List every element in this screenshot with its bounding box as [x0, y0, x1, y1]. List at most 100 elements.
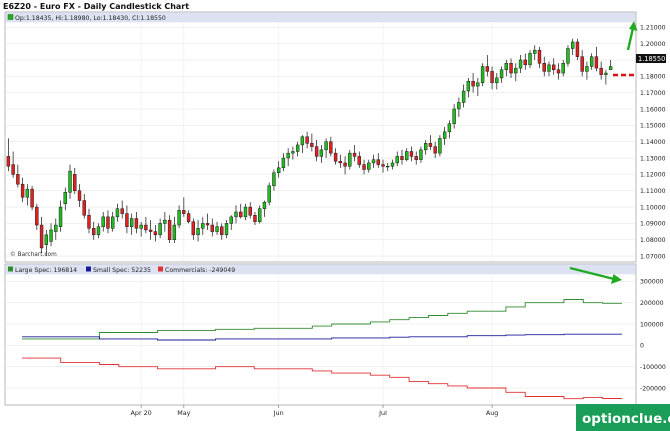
bearish-candle [594, 56, 599, 69]
bearish-candle [485, 66, 490, 72]
bullish-candle [438, 138, 442, 154]
bearish-candle [35, 206, 39, 226]
bearish-candle [186, 213, 191, 222]
commercials-legend-marker [158, 266, 163, 272]
bullish-candle [258, 208, 262, 222]
large-spec-legend: Large Spec: 196814 [15, 267, 77, 274]
price-tick-label: 1.14000 [640, 139, 666, 146]
bearish-candle [148, 229, 153, 232]
bearish-candle [552, 64, 556, 70]
bullish-candle [234, 211, 238, 218]
x-tick-label: Jun [273, 409, 284, 417]
bearish-candle [523, 59, 527, 66]
bearish-candle [314, 146, 319, 157]
cot-tick-label: 100000 [640, 321, 664, 328]
bullish-candle [442, 131, 447, 139]
bullish-candle [286, 152, 290, 159]
bullish-candle [348, 152, 352, 167]
bearish-candle [73, 174, 77, 191]
bearish-candle [310, 143, 314, 147]
price-tick-label: 1.08000 [640, 237, 666, 244]
bearish-candle [153, 231, 158, 236]
bullish-candle [570, 41, 575, 49]
x-tick-label: Apr 20 [131, 409, 152, 417]
bullish-candle [480, 66, 485, 84]
bullish-candle [547, 64, 551, 72]
bearish-candle [400, 156, 404, 160]
bullish-candle [111, 216, 115, 229]
price-tick-label: 1.09000 [640, 221, 666, 228]
bullish-candle [324, 141, 328, 151]
bearish-candle [490, 71, 494, 84]
bullish-candle [461, 90, 466, 103]
bullish-candle [499, 69, 504, 79]
bearish-candle [92, 228, 96, 236]
bullish-candle [295, 144, 300, 152]
chart-title: E6Z20 - Euro FX - Daily Candlestick Char… [3, 2, 189, 11]
cot-tick-label: -200000 [640, 385, 666, 392]
bearish-candle [580, 56, 584, 72]
bullish-candle [267, 185, 271, 203]
bullish-candle [367, 162, 371, 170]
bullish-candle [281, 157, 286, 169]
price-tick-label: 1.13000 [640, 155, 666, 162]
bullish-candle [115, 208, 120, 218]
bearish-candle [6, 156, 11, 167]
bullish-candle [566, 48, 570, 64]
bearish-candle [220, 226, 224, 236]
bearish-candle [77, 190, 82, 201]
bearish-candle [125, 213, 129, 227]
bullish-candle [201, 223, 205, 229]
price-panel [4, 11, 637, 263]
x-tick-label: Aug [486, 409, 498, 417]
bearish-candle [381, 164, 385, 167]
bearish-candle [343, 162, 347, 167]
bullish-candle [49, 229, 53, 242]
bearish-candle [575, 41, 580, 57]
bullish-candle [224, 223, 229, 236]
bullish-candle [395, 156, 399, 164]
bullish-candle [101, 216, 105, 227]
bullish-candle [163, 219, 167, 224]
large-spec-legend-marker [8, 266, 13, 272]
bullish-candle [604, 72, 608, 75]
bullish-candle [528, 53, 532, 66]
cot-tick-label: 0 [640, 343, 644, 350]
bullish-candle [447, 123, 452, 133]
bearish-candle [376, 159, 380, 165]
bearish-candle [182, 210, 186, 214]
bearish-candle [556, 69, 561, 74]
price-tick-label: 1.11000 [640, 188, 666, 195]
bullish-candle [476, 82, 480, 87]
price-tick-label: 1.20000 [640, 41, 666, 48]
bullish-candle [533, 49, 537, 54]
bullish-candle [44, 234, 49, 245]
bullish-candle [58, 206, 63, 227]
bearish-candle [39, 224, 44, 249]
price-tick-label: 1.17000 [640, 90, 666, 97]
bearish-candle [134, 218, 139, 229]
bullish-candle [457, 102, 461, 110]
bullish-candle [196, 228, 200, 236]
cot-tick-label: 300000 [640, 279, 664, 286]
bearish-candle [20, 183, 25, 198]
bearish-candle [253, 215, 257, 222]
x-tick-label: Jul [378, 409, 387, 417]
brand-name: optionclue.com [582, 411, 670, 427]
bullish-candle [405, 151, 409, 160]
bearish-candle [16, 174, 20, 185]
bullish-candle [466, 80, 471, 92]
bearish-candle [537, 49, 542, 64]
cot-tick-label: 200000 [640, 300, 664, 307]
bearish-candle [542, 63, 546, 72]
bullish-candle [386, 165, 390, 168]
x-tick-label: May [177, 409, 190, 417]
bullish-candle [589, 56, 594, 67]
bullish-candle [54, 224, 58, 232]
bearish-candle [144, 224, 148, 231]
bearish-candle [338, 161, 343, 164]
bullish-candle [419, 149, 423, 160]
bullish-candle [129, 218, 134, 227]
bullish-candle [172, 224, 177, 240]
bullish-candle [229, 216, 233, 224]
